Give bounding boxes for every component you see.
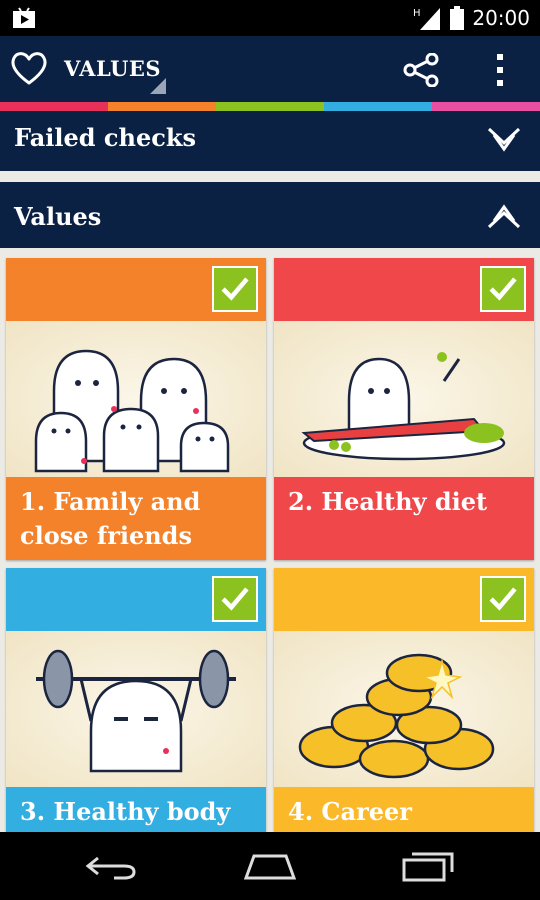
color-strip-segment [0,102,108,111]
overflow-menu-icon[interactable] [490,52,510,88]
section-label-failed-checks: Failed checks [14,123,197,152]
color-strip-segment [324,102,432,111]
card-label: 1. Family and close friends [20,487,201,550]
values-header[interactable]: Values [0,182,540,248]
checkmark-icon [221,587,249,611]
checkbox-checked[interactable] [212,266,258,312]
section-label-values: Values [14,202,102,231]
color-strip-segment [108,102,216,111]
battery-icon [450,6,465,30]
card-label: 4. Career [288,797,412,826]
signal-icon: H [413,8,441,30]
family-icon [6,321,266,477]
status-bar: H 20:00 [0,0,540,36]
weightlifting-icon [6,631,266,787]
card-footer: 4. Career [274,787,534,832]
app-title[interactable]: VALUES [64,56,161,81]
color-strip-segment [432,102,540,111]
back-icon[interactable] [84,850,140,882]
card-label: 3. Healthy body [20,797,231,826]
spinner-dropdown-icon[interactable] [150,78,166,94]
checkmark-icon [489,277,517,301]
network-type: H [413,8,421,19]
checkmark-icon [489,587,517,611]
color-strip-segment [216,102,324,111]
checkbox-checked[interactable] [480,576,526,622]
value-card-healthy-body[interactable]: 3. Healthy body [6,568,266,832]
value-card-healthy-diet[interactable]: 2. Healthy diet [274,258,534,560]
value-card-career[interactable]: 4. Career [274,568,534,832]
card-label: 2. Healthy diet [288,487,488,516]
app-bar: VALUES [0,36,540,102]
card-footer: 1. Family and close friends [6,477,266,560]
card-footer: 3. Healthy body [6,787,266,832]
checkmark-icon [221,277,249,301]
share-icon[interactable] [403,53,439,87]
failed-checks-header[interactable]: Failed checks [0,111,540,171]
checkbox-checked[interactable] [212,576,258,622]
double-chevron-down-icon[interactable] [486,126,522,152]
navigation-bar [0,832,540,900]
healthy-diet-icon [274,321,534,477]
status-time: 20:00 [472,6,530,30]
play-store-icon [13,7,35,28]
coins-icon [274,631,534,787]
heart-icon[interactable] [10,50,48,86]
color-strip [0,102,540,111]
double-chevron-up-icon[interactable] [486,204,522,230]
home-icon[interactable] [242,850,298,882]
checkbox-checked[interactable] [480,266,526,312]
value-card-family[interactable]: 1. Family and close friends [6,258,266,560]
recent-apps-icon[interactable] [400,850,456,882]
card-footer: 2. Healthy diet [274,477,534,560]
